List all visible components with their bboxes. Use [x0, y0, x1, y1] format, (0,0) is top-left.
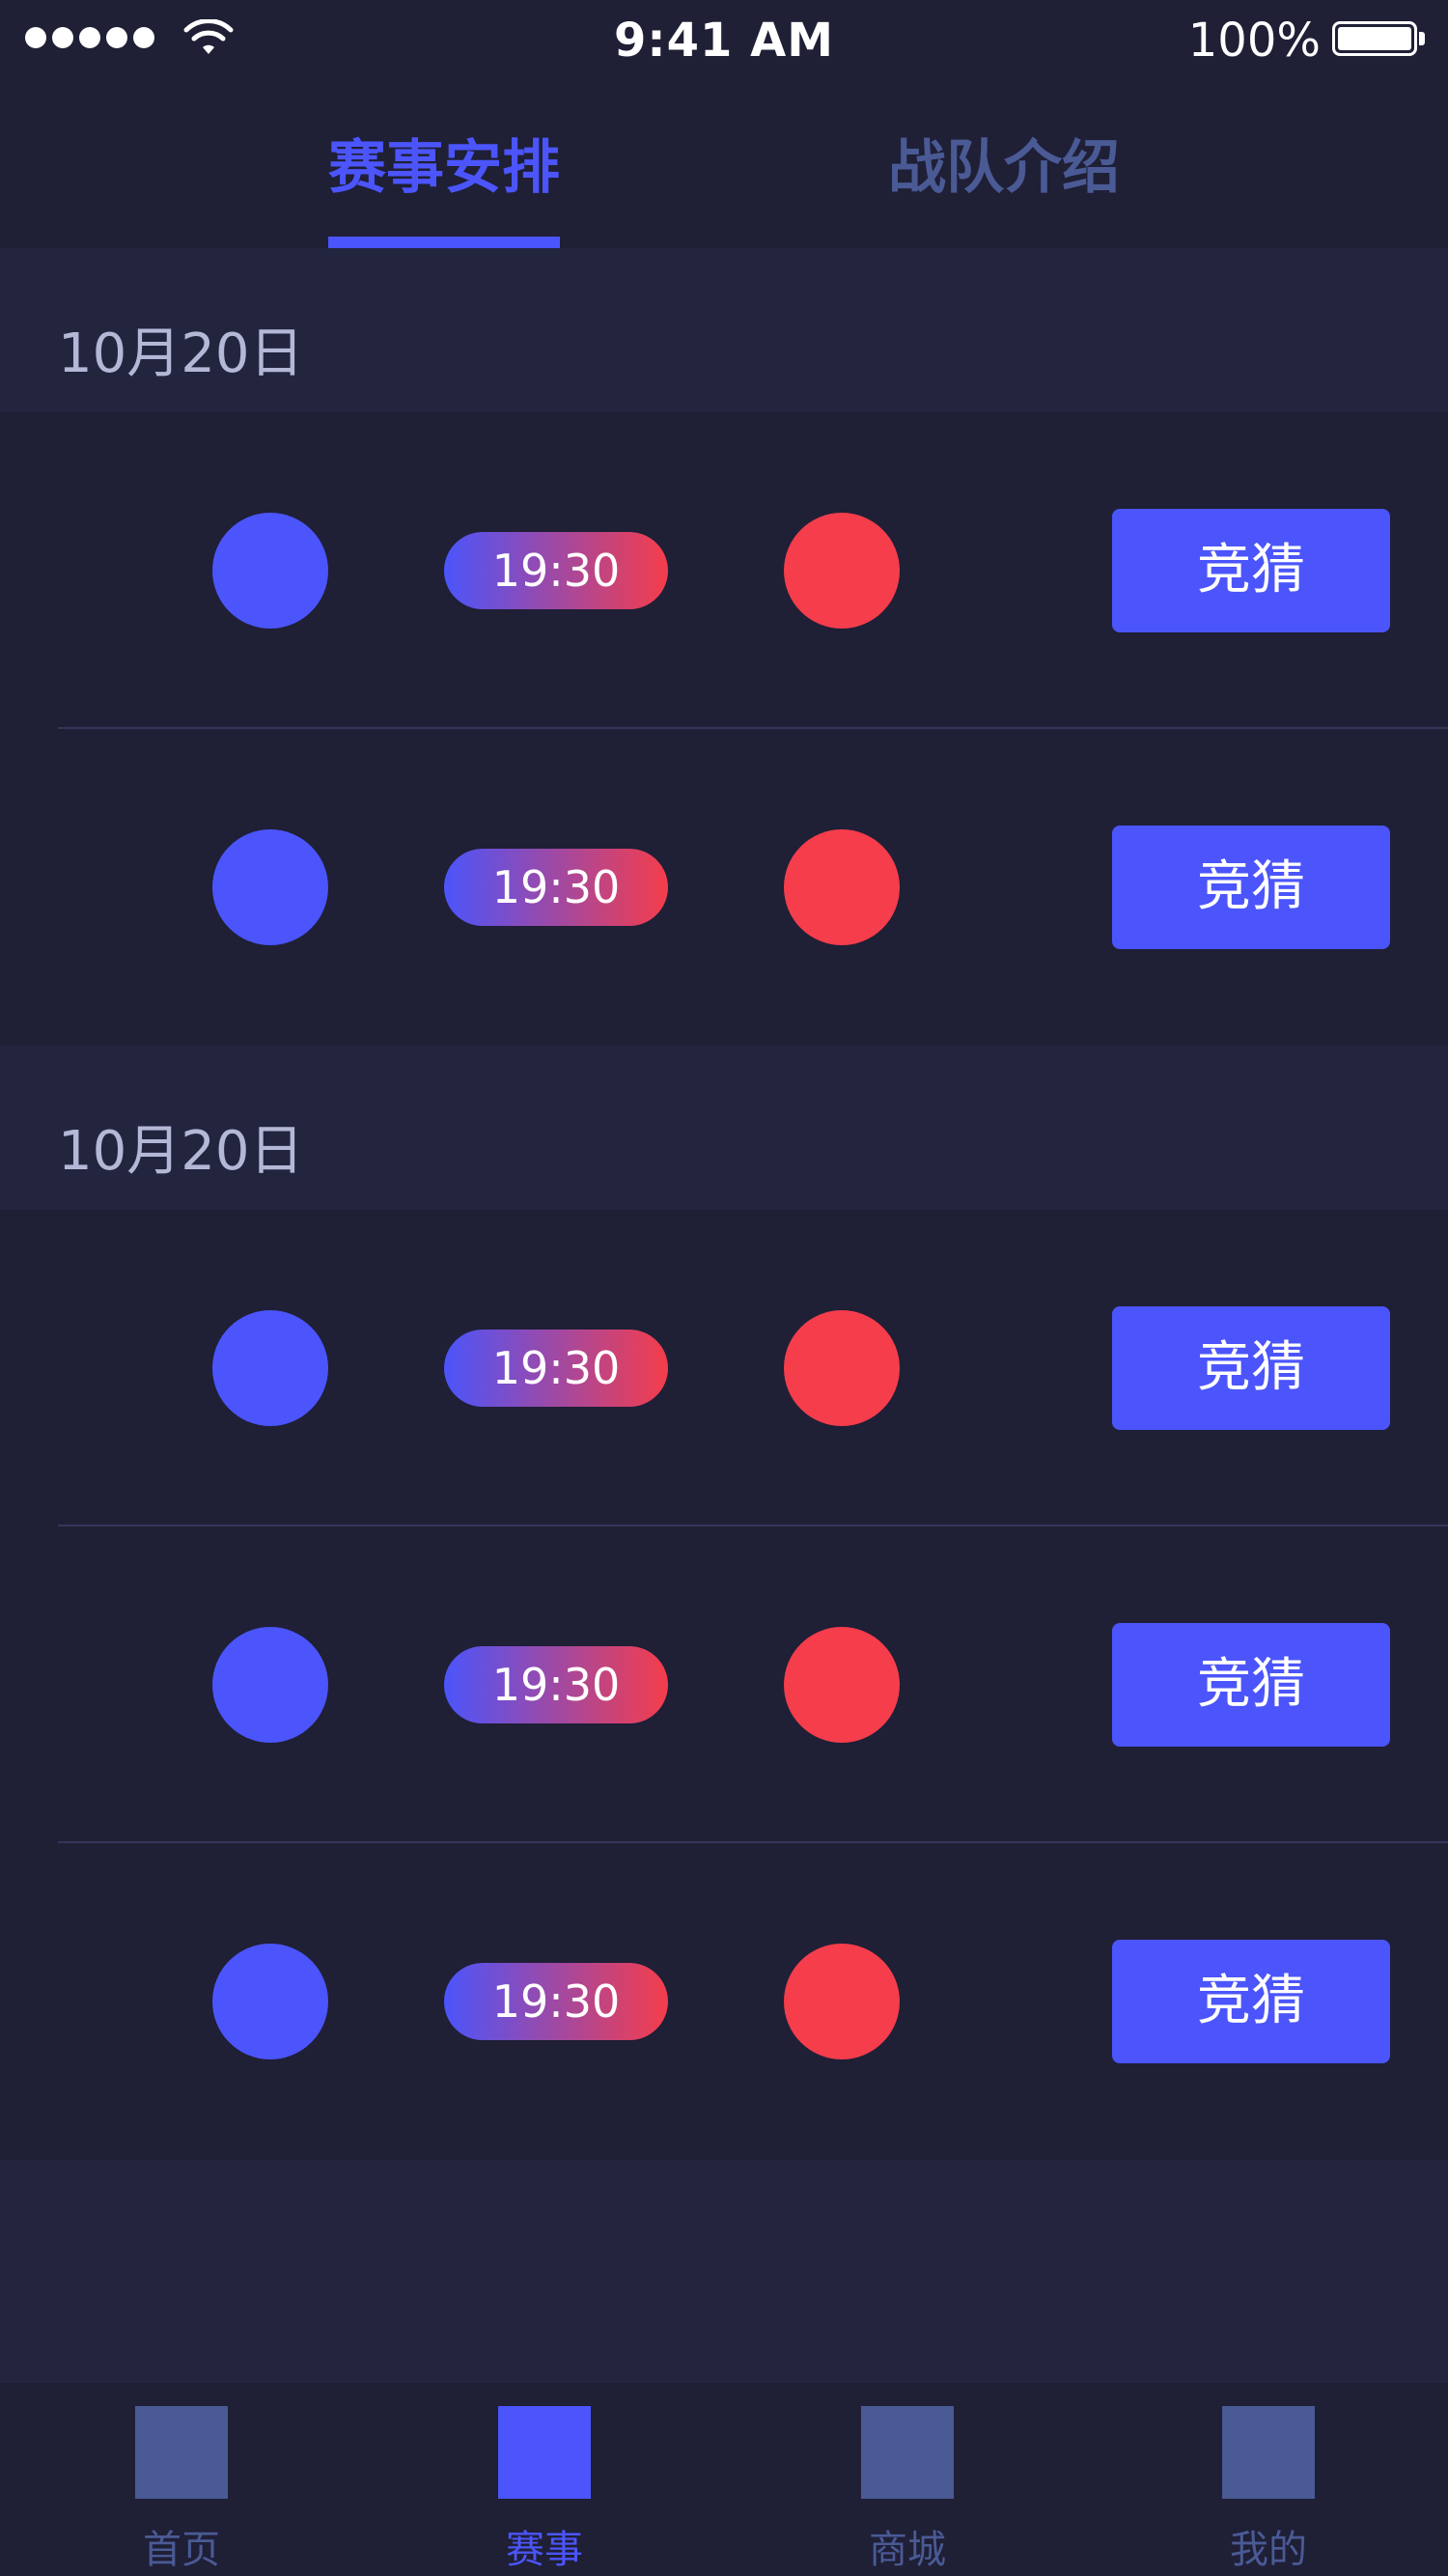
match-time: 19:30 [444, 1330, 668, 1407]
match-row: 19:30 竞猜 [0, 1843, 1448, 2160]
battery-percent: 100% [1187, 14, 1321, 68]
top-tab-bar: 赛事安排 战队介绍 [0, 82, 1448, 248]
away-team-logo [784, 1944, 900, 2059]
nav-label: 首页 [143, 2528, 220, 2572]
date-header: 10月20日 [0, 1046, 1448, 1210]
battery-icon [1332, 21, 1427, 60]
home-team-logo [212, 829, 328, 945]
guess-button[interactable]: 竞猜 [1112, 1306, 1390, 1430]
match-row: 19:30 竞猜 [0, 1210, 1448, 1526]
nav-item-shop[interactable]: 商城 [811, 2383, 1004, 2576]
date-header: 10月20日 [0, 248, 1448, 412]
away-team-logo [784, 1310, 900, 1426]
nav-label: 商城 [869, 2528, 946, 2572]
home-team-logo [212, 1944, 328, 2059]
guess-button[interactable]: 竞猜 [1112, 1623, 1390, 1747]
tab-match-schedule[interactable]: 赛事安排 [328, 121, 560, 205]
home-team-logo [212, 1627, 328, 1743]
match-time: 19:30 [444, 1646, 668, 1723]
match-row: 19:30 竞猜 [0, 412, 1448, 729]
guess-button[interactable]: 竞猜 [1112, 826, 1390, 949]
battery-fill [1338, 27, 1411, 50]
away-team-logo [784, 829, 900, 945]
match-time: 19:30 [444, 532, 668, 609]
guess-button[interactable]: 竞猜 [1112, 509, 1390, 632]
tab-team-intro[interactable]: 战队介绍 [888, 121, 1120, 205]
match-time: 19:30 [444, 849, 668, 926]
nav-item-home[interactable]: 首页 [85, 2383, 278, 2576]
nav-label: 我的 [1230, 2528, 1307, 2572]
home-team-logo [212, 1310, 328, 1426]
guess-button[interactable]: 竞猜 [1112, 1940, 1390, 2063]
nav-label: 赛事 [506, 2528, 583, 2572]
profile-icon [1222, 2406, 1315, 2499]
shop-icon [861, 2406, 954, 2499]
match-row: 19:30 竞猜 [0, 729, 1448, 1046]
matches-icon [498, 2406, 591, 2499]
section-date: 10月20日 [58, 322, 304, 385]
away-team-logo [784, 513, 900, 629]
bottom-tab-bar: 首页 赛事 商城 我的 [0, 2383, 1448, 2576]
match-row: 19:30 竞猜 [0, 1526, 1448, 1843]
section-date: 10月20日 [58, 1120, 304, 1183]
status-bar: 9:41 AM 100% [0, 0, 1448, 82]
match-time: 19:30 [444, 1963, 668, 2040]
nav-item-matches[interactable]: 赛事 [448, 2383, 641, 2576]
nav-item-profile[interactable]: 我的 [1172, 2383, 1365, 2576]
active-tab-indicator [328, 237, 560, 248]
battery-body [1332, 21, 1417, 56]
app-screen: 9:41 AM 100% 赛事安排 战队介绍 10月20日 19:30 竞猜 1… [0, 0, 1448, 2576]
home-team-logo [212, 513, 328, 629]
home-icon [135, 2406, 228, 2499]
away-team-logo [784, 1627, 900, 1743]
battery-cap [1419, 32, 1425, 45]
